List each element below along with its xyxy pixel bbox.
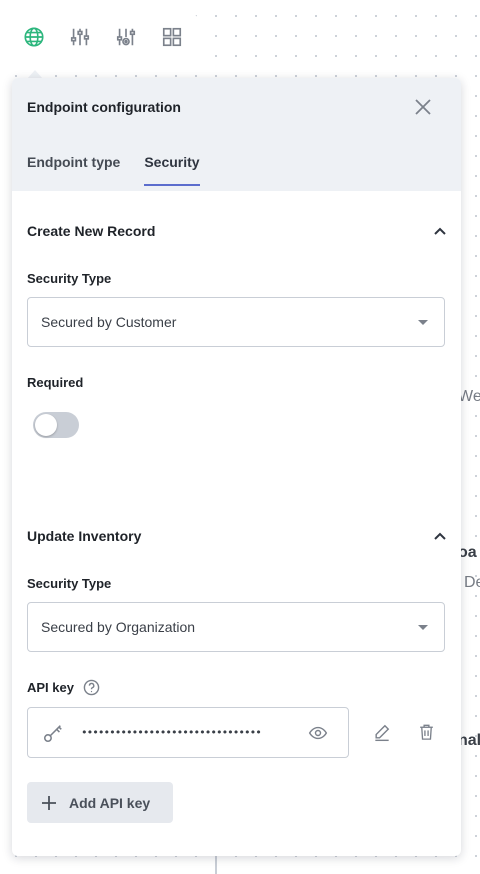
endpoint-configuration-panel: Endpoint configuration Endpoint type Sec… bbox=[12, 78, 461, 856]
canvas-text-fragment: De bbox=[464, 574, 480, 591]
toolbar-sliders-button[interactable] bbox=[68, 25, 92, 49]
reveal-api-key-button[interactable] bbox=[308, 723, 328, 743]
section-title: Create New Record bbox=[27, 223, 156, 239]
edit-api-key-button[interactable] bbox=[372, 722, 392, 742]
required-toggle[interactable] bbox=[33, 412, 79, 438]
toggle-knob bbox=[35, 414, 57, 436]
api-key-field[interactable]: •••••••••••••••••••••••••••••••• bbox=[27, 707, 349, 758]
security-type-value: Secured by Organization bbox=[41, 619, 196, 635]
key-icon bbox=[43, 724, 62, 742]
add-api-key-label: Add API key bbox=[69, 794, 151, 811]
required-label: Required bbox=[27, 375, 84, 390]
add-api-key-button[interactable]: Add API key bbox=[27, 782, 173, 823]
chevron-up-icon bbox=[434, 227, 446, 235]
close-button[interactable] bbox=[413, 97, 433, 117]
help-icon[interactable] bbox=[83, 679, 100, 696]
canvas-text-fragment: nal bbox=[458, 732, 480, 749]
chevron-down-icon bbox=[418, 624, 428, 630]
close-icon bbox=[415, 99, 431, 115]
tab-endpoint-type[interactable]: Endpoint type bbox=[27, 154, 120, 186]
panel-title: Endpoint configuration bbox=[27, 99, 181, 115]
globe-icon bbox=[24, 27, 44, 47]
trash-icon bbox=[420, 724, 433, 740]
api-key-value: •••••••••••••••••••••••••••••••• bbox=[81, 726, 262, 739]
toolbar-globe-button[interactable] bbox=[22, 25, 46, 49]
security-type-select[interactable]: Secured by Customer bbox=[27, 297, 445, 347]
toolbar-grid-button[interactable] bbox=[160, 25, 184, 49]
api-key-label-row: API key bbox=[27, 679, 100, 696]
eye-icon bbox=[308, 726, 328, 739]
section-header-update-inventory[interactable]: Update Inventory bbox=[27, 524, 447, 548]
delete-api-key-button[interactable] bbox=[417, 722, 436, 742]
sliders-settings-icon bbox=[116, 28, 136, 46]
security-type-label: Security Type bbox=[27, 271, 112, 286]
edit-icon bbox=[375, 724, 390, 742]
canvas-text-fragment: We bbox=[458, 388, 480, 405]
security-type-value: Secured by Customer bbox=[41, 314, 177, 330]
node-toolbar bbox=[12, 14, 198, 60]
grid-icon bbox=[162, 27, 182, 47]
section-title: Update Inventory bbox=[27, 528, 142, 544]
tab-security[interactable]: Security bbox=[144, 154, 200, 186]
panel-tabs: Endpoint type Security bbox=[27, 154, 200, 186]
api-key-label: API key bbox=[27, 680, 74, 695]
toolbar-sliders-settings-button[interactable] bbox=[114, 25, 138, 49]
panel-header: Endpoint configuration Endpoint type Sec… bbox=[12, 78, 461, 191]
security-type-select[interactable]: Secured by Organization bbox=[27, 602, 445, 652]
section-header-create-new-record[interactable]: Create New Record bbox=[27, 219, 447, 243]
chevron-up-icon bbox=[434, 532, 446, 540]
sliders-icon bbox=[70, 28, 90, 46]
plus-icon bbox=[42, 795, 56, 810]
chevron-down-icon bbox=[418, 319, 428, 325]
security-type-label: Security Type bbox=[27, 576, 112, 591]
